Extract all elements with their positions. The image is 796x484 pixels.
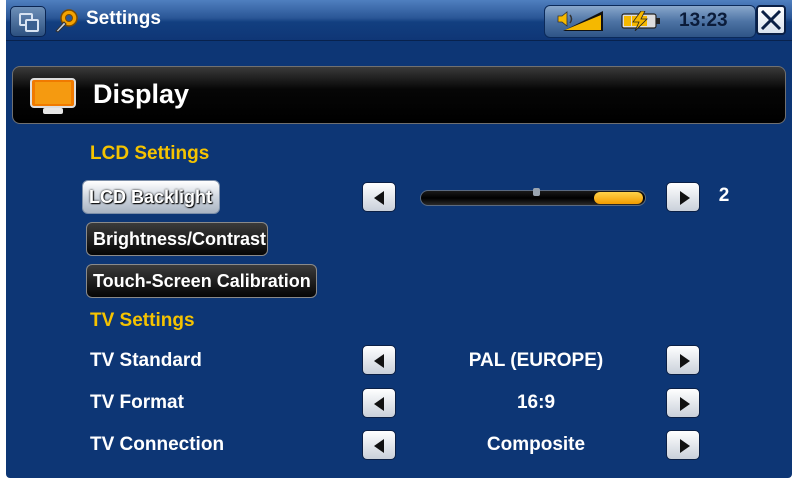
tv-standard-next-button[interactable]: [666, 345, 700, 375]
lcd-settings-heading: LCD Settings: [90, 143, 210, 164]
clock: 13:23: [679, 10, 728, 31]
status-area: 13:23: [544, 5, 756, 38]
tv-format-next-button[interactable]: [666, 388, 700, 418]
page-header: Display: [12, 66, 786, 124]
device-frame: Settings 13:23 Display LCD Settings LCD …: [0, 0, 796, 484]
tv-connection-next-button[interactable]: [666, 430, 700, 460]
tv-connection-value: Composite: [486, 434, 586, 455]
app-title: Settings: [86, 8, 161, 29]
brightness-contrast-button[interactable]: Brightness/Contrast: [86, 222, 268, 256]
volume-icon[interactable]: [555, 9, 605, 33]
tv-standard-label: TV Standard: [90, 350, 202, 371]
tv-standard-prev-button[interactable]: [362, 345, 396, 375]
monitor-icon: [30, 78, 76, 114]
screen: Settings 13:23 Display LCD Settings LCD …: [6, 0, 792, 478]
backlight-slider[interactable]: [420, 188, 646, 206]
tv-format-prev-button[interactable]: [362, 388, 396, 418]
backlight-value: 2: [718, 185, 730, 206]
tv-settings-heading: TV Settings: [90, 310, 195, 331]
slider-fill: [594, 192, 643, 204]
close-icon: [760, 9, 782, 31]
lcd-backlight-button[interactable]: LCD Backlight: [82, 180, 220, 214]
tv-connection-prev-button[interactable]: [362, 430, 396, 460]
battery-icon: [621, 11, 660, 31]
home-icon[interactable]: [10, 6, 46, 37]
home-icon-square-front: [25, 19, 39, 32]
tv-format-value: 16:9: [516, 392, 556, 413]
slider-center-mark: [533, 188, 540, 196]
backlight-increase-button[interactable]: [666, 182, 700, 212]
close-button[interactable]: [756, 5, 786, 35]
tv-connection-label: TV Connection: [90, 434, 225, 455]
touch-screen-calibration-button[interactable]: Touch-Screen Calibration: [86, 264, 317, 298]
page-title: Display: [93, 79, 190, 109]
top-bar: Settings 13:23: [6, 0, 792, 41]
settings-app-icon: [55, 9, 78, 33]
tv-standard-value: PAL (EUROPE): [468, 350, 604, 371]
backlight-decrease-button[interactable]: [362, 182, 396, 212]
tv-format-label: TV Format: [90, 392, 184, 413]
